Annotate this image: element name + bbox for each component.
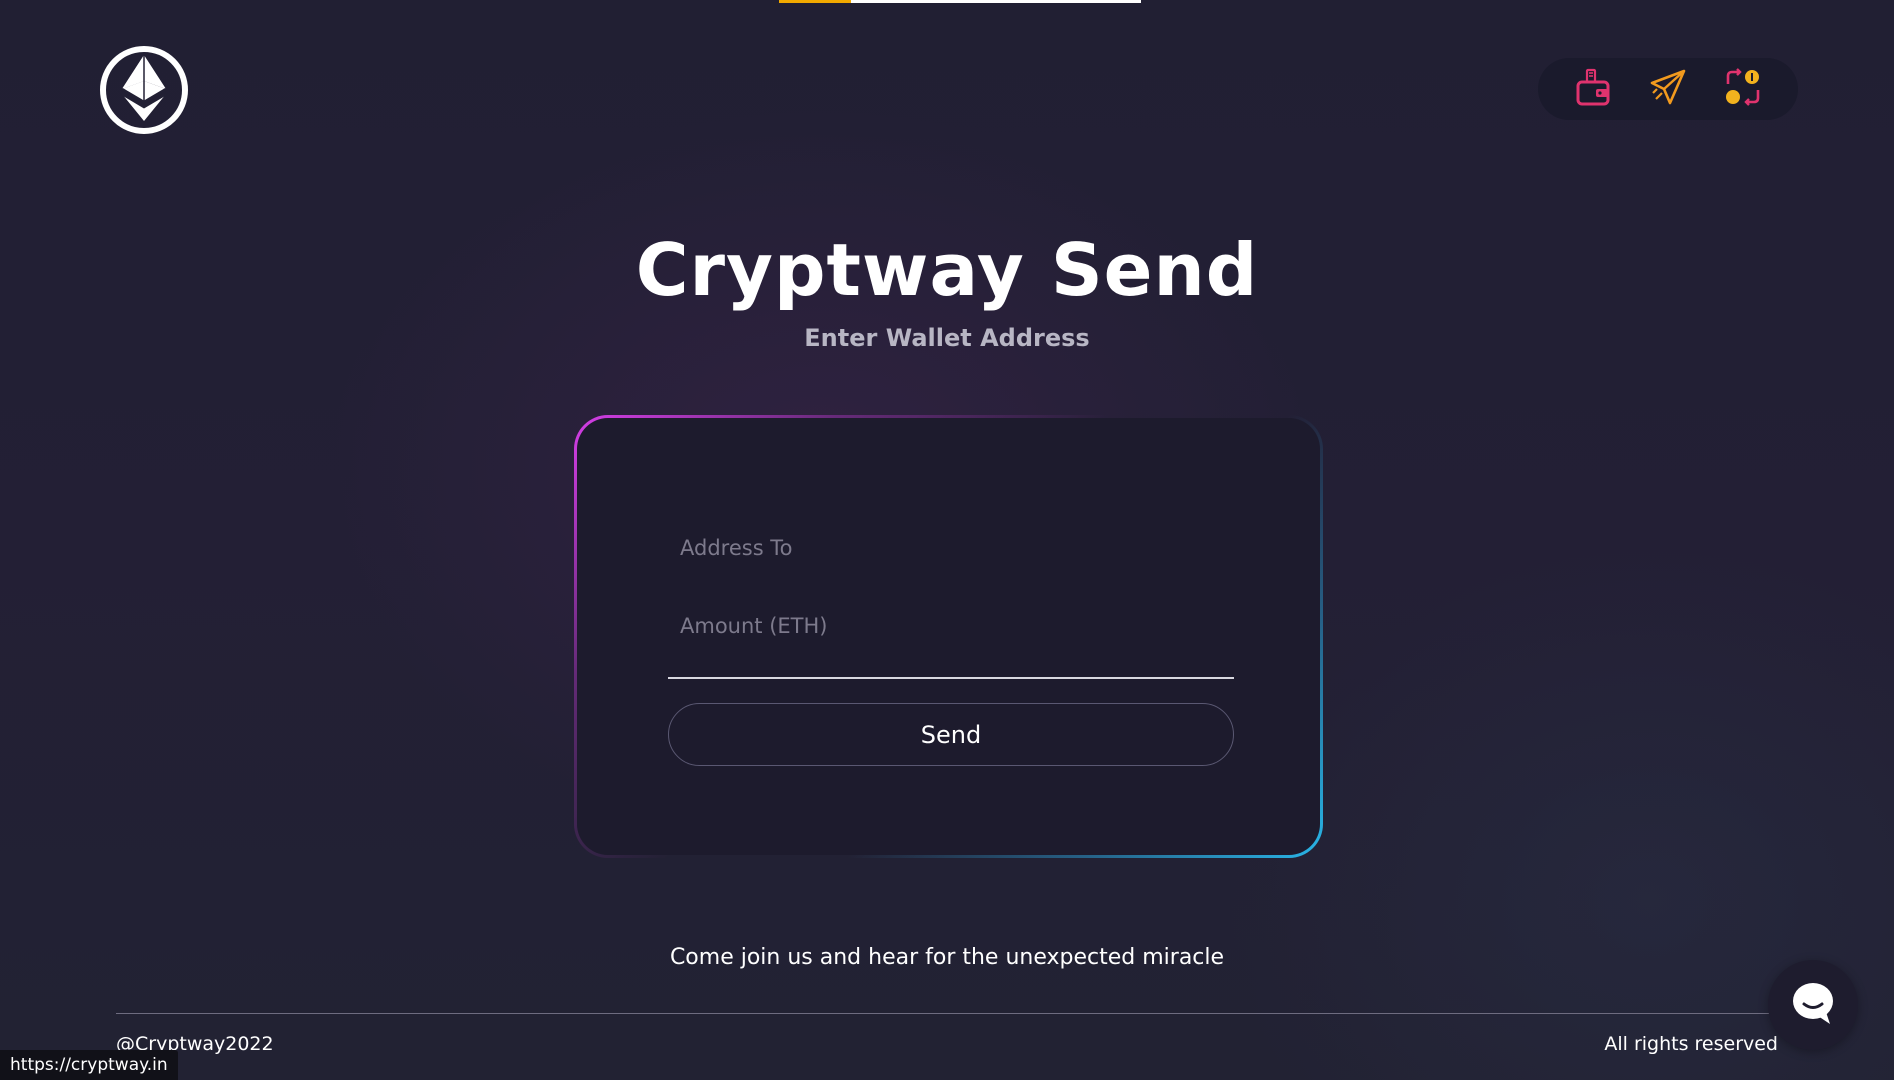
- footer-rights: All rights reserved: [1604, 1033, 1778, 1055]
- footer-divider: [116, 1013, 1778, 1014]
- page-progress-bar: [779, 0, 1141, 3]
- chat-widget-button[interactable]: [1768, 960, 1858, 1050]
- send-plane-icon: [1650, 69, 1686, 109]
- top-nav: [1538, 58, 1798, 120]
- status-bar-url: https://cryptway.in: [0, 1050, 178, 1080]
- page-subtitle: Enter Wallet Address: [804, 324, 1090, 352]
- form-divider: [668, 677, 1234, 679]
- ethereum-logo[interactable]: [100, 46, 188, 134]
- swap-coins-icon: [1724, 68, 1762, 110]
- tagline: Come join us and hear for the unexpected…: [669, 945, 1225, 970]
- send-button[interactable]: Send: [668, 703, 1234, 766]
- ethereum-icon: [120, 53, 168, 127]
- page-title: Cryptway Send: [635, 228, 1259, 312]
- address-to-input[interactable]: [668, 518, 1234, 578]
- page-progress-fill: [779, 0, 852, 3]
- chat-bubble-icon: [1790, 980, 1836, 1030]
- nav-wallet-button[interactable]: [1571, 67, 1615, 111]
- nav-send-button[interactable]: [1646, 67, 1690, 111]
- wallet-icon: [1576, 68, 1610, 110]
- send-form-card: Send: [574, 415, 1323, 858]
- nav-swap-button[interactable]: [1721, 67, 1765, 111]
- amount-eth-input[interactable]: [668, 596, 1234, 656]
